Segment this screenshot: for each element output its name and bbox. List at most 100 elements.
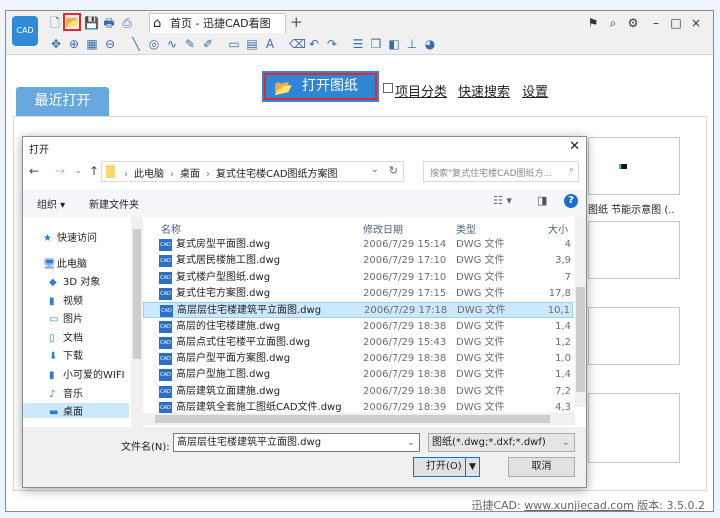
file-row[interactable]: CAD 高层户型平面方案图.dwg 2006/7/29 18:38 DWG 文件 1,0 bbox=[143, 351, 573, 367]
refresh-icon[interactable]: ↻ bbox=[389, 164, 398, 177]
new-folder-button[interactable]: 新建文件夹 bbox=[89, 196, 139, 211]
file-row[interactable]: CAD 复式住宅方案图.dwg 2006/7/29 17:15 DWG 文件 17,8 bbox=[143, 286, 573, 302]
sidebar-item-6[interactable]: ⬇ 下载 bbox=[49, 347, 83, 362]
drawing-thumbnail[interactable] bbox=[588, 307, 680, 365]
print-icon[interactable]: 🖶 bbox=[102, 16, 116, 30]
file-row[interactable]: CAD 高层层住宅楼建筑平立面图.dwg 2006/7/29 17:18 DWG 文件… bbox=[143, 302, 573, 319]
view-options-icon[interactable]: ☷ ▾ bbox=[493, 194, 512, 207]
column-name[interactable]: 名称 bbox=[161, 221, 181, 236]
breadcrumb-item[interactable]: › 复式住宅楼CAD图纸方案图 bbox=[200, 169, 338, 180]
file-row[interactable]: CAD 复式楼户型图纸.dwg 2006/7/29 17:10 DWG 文件 7 bbox=[143, 270, 573, 286]
sidebar-item-9[interactable]: ▬ 桌面 bbox=[23, 403, 129, 418]
file-row[interactable]: CAD 高层的住宅楼建施.dwg 2006/7/29 18:38 DWG 文件 1,4 bbox=[143, 319, 573, 335]
file-row[interactable]: CAD 高层户型施工图.dwg 2006/7/29 18:38 DWG 文件 1,4 bbox=[143, 367, 573, 383]
sidebar-item-3[interactable]: ▮ 视频 bbox=[49, 292, 83, 307]
help-icon[interactable]: ? bbox=[564, 194, 578, 208]
open-file-icon[interactable]: 📂 bbox=[63, 13, 81, 31]
text-edit-icon[interactable]: ✐ bbox=[201, 37, 215, 51]
layer-icon[interactable]: ☰ bbox=[351, 37, 365, 51]
export-icon[interactable]: ⎙ bbox=[120, 16, 134, 30]
sidebar-item-5[interactable]: ▯ 文档 bbox=[49, 329, 83, 344]
file-list-scrollbar[interactable] bbox=[575, 217, 586, 407]
text-icon[interactable]: A bbox=[263, 37, 277, 51]
scrollbar-thumb[interactable] bbox=[155, 415, 550, 423]
sidebar-item-1[interactable]: 🖥此电脑 bbox=[43, 255, 87, 270]
up-icon[interactable]: ↑ bbox=[89, 164, 99, 178]
line-icon[interactable]: ╲ bbox=[129, 37, 143, 51]
open-button[interactable]: 打开(O) ▼ bbox=[413, 457, 480, 477]
eraser-icon[interactable]: ⌫ bbox=[289, 37, 306, 51]
frame-icon[interactable]: ▭ bbox=[227, 37, 241, 51]
zoom-window-icon[interactable]: ⊕ bbox=[67, 37, 81, 51]
sidebar-item-2[interactable]: ◆ 3D 对象 bbox=[49, 273, 100, 288]
maximize-icon[interactable]: □ bbox=[669, 16, 683, 30]
recent-locations-icon[interactable]: ⌄ bbox=[75, 166, 82, 175]
drawing-thumbnail[interactable] bbox=[588, 221, 680, 279]
open-dropdown-icon[interactable]: ▼ bbox=[465, 458, 479, 476]
color-wheel-icon[interactable]: ◕ bbox=[423, 37, 437, 51]
preview-pane-icon[interactable]: ◨ bbox=[537, 194, 547, 207]
file-size: 1,2 bbox=[555, 336, 571, 348]
project-category-checkbox[interactable] bbox=[383, 83, 393, 93]
column-date[interactable]: 修改日期 bbox=[363, 221, 403, 236]
close-icon[interactable]: ✕ bbox=[569, 139, 580, 154]
drawing-thumbnail[interactable] bbox=[588, 137, 680, 195]
sidebar-item-4[interactable]: ▭ 图片 bbox=[49, 310, 83, 325]
new-file-icon[interactable]: 🗋 bbox=[48, 16, 62, 30]
forward-icon[interactable]: → bbox=[55, 164, 65, 178]
sidebar-item-7[interactable]: ▮ 小可爱的WIFI bbox=[49, 366, 125, 381]
breadcrumb-item[interactable]: › 此电脑 bbox=[118, 169, 164, 180]
project-category-link[interactable]: 项目分类 bbox=[395, 81, 447, 100]
file-row[interactable]: CAD 复式房型平面图.dwg 2006/7/29 15:14 DWG 文件 4 bbox=[143, 237, 573, 253]
file-row[interactable]: CAD 高层点式住宅楼平立面图.dwg 2006/7/29 15:43 DWG 文件 1… bbox=[143, 335, 573, 351]
cancel-button[interactable]: 取消 bbox=[508, 457, 575, 477]
breadcrumb-item[interactable]: › 桌面 bbox=[164, 169, 200, 180]
image-icon[interactable]: ▤ bbox=[245, 37, 259, 51]
column-size[interactable]: 大小 bbox=[548, 221, 568, 236]
sidebar-item-label: 桌面 bbox=[63, 407, 83, 418]
tab-recent[interactable]: 最近打开 bbox=[16, 87, 109, 116]
gear-icon[interactable]: ⚙ bbox=[626, 16, 640, 30]
thumbnail-preview bbox=[619, 164, 627, 169]
drawing-thumbnail[interactable] bbox=[588, 393, 680, 463]
close-icon[interactable]: × bbox=[689, 16, 703, 30]
search-input[interactable]: 搜索"复式住宅楼CAD图纸方... ⌕ bbox=[423, 161, 579, 182]
curve-icon[interactable]: ∿ bbox=[165, 37, 179, 51]
column-type[interactable]: 类型 bbox=[456, 221, 476, 236]
chevron-down-icon[interactable]: ⌄ bbox=[407, 434, 415, 451]
redo-icon[interactable]: ↷ bbox=[325, 37, 339, 51]
minimize-icon[interactable]: – bbox=[649, 16, 663, 30]
filename-input[interactable]: 高层层住宅楼建筑平立面图.dwg ⌄ bbox=[173, 433, 420, 452]
file-type-select[interactable]: 图纸(*.dwg;*.dxf;*.dwf) ⌄ bbox=[428, 433, 575, 452]
quick-search-link[interactable]: 快速搜索 bbox=[458, 81, 510, 100]
3d-box-icon[interactable]: ❒ bbox=[369, 37, 383, 51]
chevron-down-icon[interactable]: ⌄ bbox=[371, 164, 379, 175]
zoom-icon[interactable]: ⊖ bbox=[103, 37, 117, 51]
back-icon[interactable]: ← bbox=[29, 164, 39, 178]
settings-link[interactable]: 设置 bbox=[522, 81, 548, 100]
pan-icon[interactable]: ✥ bbox=[49, 37, 63, 51]
save-icon[interactable]: 💾 bbox=[84, 16, 99, 30]
coordinate-icon[interactable]: ⊥ bbox=[405, 37, 419, 51]
flag-icon[interactable]: ⚑ bbox=[586, 16, 600, 30]
address-bar[interactable]: › 此电脑 › 桌面 › 复式住宅楼CAD图纸方案图 ⌄ ↻ bbox=[101, 161, 404, 182]
new-tab-button[interactable]: + bbox=[290, 13, 303, 31]
organize-button[interactable]: 组织 ▾ bbox=[37, 196, 65, 211]
circle-icon[interactable]: ◎ bbox=[147, 37, 161, 51]
sidebar-item-8[interactable]: ♪ 音乐 bbox=[49, 385, 83, 400]
search-icon[interactable]: ⌕ bbox=[606, 16, 620, 30]
sidebar-scrollbar[interactable] bbox=[131, 217, 143, 427]
open-drawing-button[interactable]: 📂 打开图纸 bbox=[262, 71, 379, 102]
tab-home[interactable]: ⌂ 首页 - 迅捷CAD看图 bbox=[149, 13, 286, 33]
file-row[interactable]: CAD 复式居民楼施工图.dwg 2006/7/29 17:10 DWG 文件 3,9 bbox=[143, 253, 573, 269]
scrollbar-thumb[interactable] bbox=[576, 287, 585, 392]
undo-icon[interactable]: ↶ bbox=[307, 37, 321, 51]
horizontal-scrollbar[interactable] bbox=[143, 413, 575, 425]
scrollbar-thumb[interactable] bbox=[133, 229, 141, 359]
file-row[interactable]: CAD 高层建筑立面建施.dwg 2006/7/29 18:38 DWG 文件 7,2 bbox=[143, 384, 573, 400]
3d-view-icon[interactable]: ◧ bbox=[387, 37, 401, 51]
zoom-extents-icon[interactable]: ▦ bbox=[85, 37, 99, 51]
sidebar-item-0[interactable]: ★ 快速访问 bbox=[43, 229, 97, 244]
pencil-icon[interactable]: ✎ bbox=[183, 37, 197, 51]
website-link[interactable]: www.xunjiecad.com bbox=[524, 499, 634, 512]
